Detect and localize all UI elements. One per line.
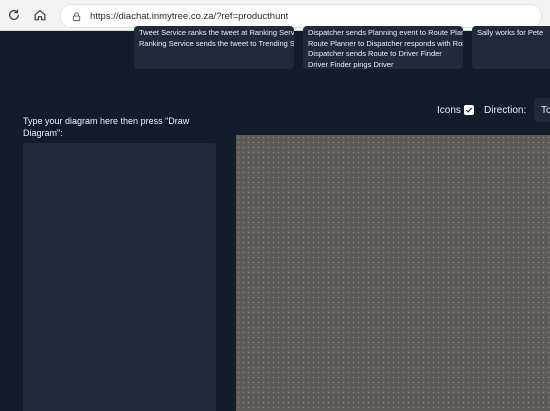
example-line: Driver Finder pings Driver	[308, 59, 394, 69]
home-icon[interactable]	[31, 6, 49, 24]
example-line: Ranking Service sends the tweet to Trend…	[139, 38, 294, 48]
checkmark-icon	[465, 107, 473, 113]
example-line: Sally works for Pete	[477, 28, 544, 37]
lock-icon[interactable]	[70, 10, 82, 22]
example-card[interactable]: Dispatcher sends Planning event to Route…	[303, 26, 463, 69]
diagram-canvas[interactable]	[236, 135, 550, 411]
example-card-lines: Tweet Service ranks the tweet at Ranking…	[139, 28, 294, 49]
reload-icon[interactable]	[5, 6, 23, 24]
icons-checkbox[interactable]	[464, 105, 474, 115]
example-line: Route Planner to Dispatcher responds wit…	[308, 38, 463, 48]
direction-label: Direction:	[484, 105, 527, 116]
editor-instructions: Type your diagram here then press "Draw …	[23, 116, 190, 138]
example-card-lines: Sally works for Pete	[477, 28, 543, 39]
example-line: Dispatcher sends Planning event to Route…	[308, 28, 463, 37]
direction-select-value: To	[541, 104, 550, 116]
example-card[interactable]: Tweet Service ranks the tweet at Ranking…	[134, 26, 294, 69]
address-bar[interactable]: https://diachat.inmytree.co.za/?ref=prod…	[60, 4, 542, 28]
icons-option-label: Icons	[437, 105, 461, 116]
example-line: Dispatcher sends Route to Driver Finder	[308, 49, 442, 58]
example-card-lines: Dispatcher sends Planning event to Route…	[308, 28, 463, 69]
direction-select[interactable]: To	[534, 98, 550, 122]
diagram-text-input[interactable]	[23, 143, 216, 411]
example-card[interactable]: Sally works for Pete	[472, 26, 550, 69]
url-text: https://diachat.inmytree.co.za/?ref=prod…	[90, 10, 289, 22]
example-line: Tweet Service ranks the tweet at Ranking…	[139, 28, 294, 37]
